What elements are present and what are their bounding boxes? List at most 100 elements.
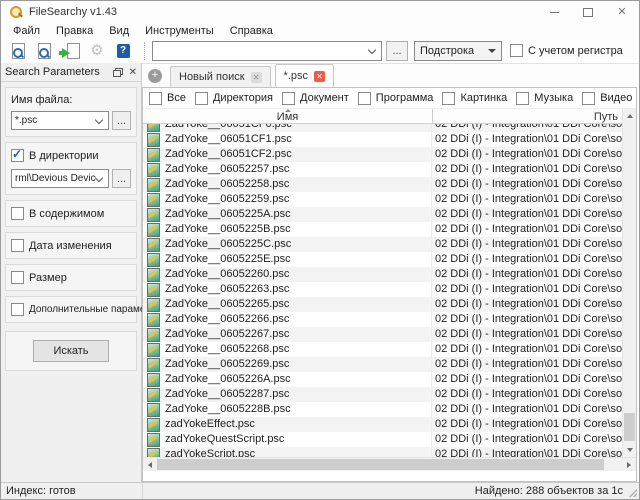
filename-browse-button[interactable]: ... [112, 111, 131, 130]
directory-checkbox[interactable] [11, 149, 24, 162]
settings-button[interactable]: ⚙ [84, 40, 110, 62]
search-browse-button[interactable]: ... [386, 41, 408, 61]
menu-item[interactable]: Файл [5, 25, 48, 37]
filter-checkbox[interactable] [442, 92, 455, 105]
filter-checkbox-row[interactable]: Программа [358, 92, 434, 105]
table-row[interactable]: ZadYoke__0605226A.psc02 DDi (I) - Integr… [143, 372, 622, 387]
directory-checkbox-row[interactable]: В директории [11, 149, 131, 162]
size-checkbox[interactable] [11, 271, 24, 284]
date-checkbox[interactable] [11, 239, 24, 252]
chevron-down-icon[interactable] [95, 173, 103, 181]
tab-close-icon[interactable]: ✕ [251, 72, 262, 83]
search-button-group: Искать [5, 331, 137, 371]
table-row[interactable]: ZadYoke__06051CF2.psc02 DDi (I) - Integr… [143, 147, 622, 162]
table-row[interactable]: zadYokeQuestScript.psc02 DDi (I) - Integ… [143, 432, 622, 447]
table-row[interactable]: ZadYoke__06052266.psc02 DDi (I) - Integr… [143, 312, 622, 327]
table-row[interactable]: ZadYoke__0605225E.psc02 DDi (I) - Integr… [143, 252, 622, 267]
minimize-button[interactable] [537, 1, 571, 23]
file-path: 02 DDi (I) - Integration\01 DDi Core\sou… [432, 387, 622, 402]
maximize-button[interactable] [571, 1, 605, 23]
vertical-scroll-thumb[interactable] [624, 413, 635, 441]
tab-new-search[interactable]: Новый поиск ✕ [170, 66, 271, 87]
chevron-down-icon[interactable] [95, 115, 103, 123]
date-checkbox-row[interactable]: Дата изменения [11, 239, 131, 252]
filter-checkbox[interactable] [516, 92, 529, 105]
scroll-up-button[interactable] [623, 109, 637, 123]
date-checkbox-label: Дата изменения [29, 240, 112, 252]
directory-browse-button[interactable]: ... [112, 169, 131, 188]
resize-grip[interactable] [629, 489, 637, 497]
directory-combobox[interactable]: rml\Devious Devices SE 4.3 [11, 169, 109, 188]
match-mode-dropdown[interactable]: Подстрока [414, 41, 502, 61]
menu-item[interactable]: Справка [222, 25, 281, 37]
table-row[interactable]: ZadYoke__0605228B.psc02 DDi (I) - Integr… [143, 402, 622, 417]
add-tab-button[interactable]: + [148, 69, 162, 83]
horizontal-scroll-thumb[interactable] [157, 459, 604, 470]
filter-checkbox-row[interactable]: Документ [282, 92, 349, 105]
tab-psc[interactable]: *.psc ✕ [275, 64, 334, 87]
extra-params-checkbox[interactable] [11, 303, 24, 316]
menu-item[interactable]: Правка [48, 25, 101, 37]
scroll-right-button[interactable] [622, 458, 636, 471]
column-header-path[interactable]: Путь [433, 109, 622, 123]
table-row[interactable]: ZadYoke__06051CF1.psc02 DDi (I) - Integr… [143, 132, 622, 147]
file-name: ZadYoke__06052266.psc [165, 312, 289, 327]
table-row[interactable]: ZadYoke__06052259.psc02 DDi (I) - Integr… [143, 192, 622, 207]
table-row[interactable]: zadYokeEffect.psc02 DDi (I) - Integratio… [143, 417, 622, 432]
tab-label: Новый поиск [179, 71, 245, 83]
file-path: 02 DDi (I) - Integration\01 DDi Core\sou… [432, 327, 622, 342]
help-button[interactable]: ? [110, 40, 136, 62]
vertical-scrollbar[interactable] [622, 109, 636, 457]
app-magnifier-icon [9, 5, 23, 19]
export-results-button[interactable] [58, 40, 84, 62]
filter-checkbox[interactable] [582, 92, 595, 105]
table-row[interactable]: ZadYoke__06052265.psc02 DDi (I) - Integr… [143, 297, 622, 312]
table-row[interactable]: ZadYoke__06052267.psc02 DDi (I) - Integr… [143, 327, 622, 342]
float-panel-icon[interactable] [113, 68, 123, 77]
table-row[interactable]: zadYokeScript.psc02 DDi (I) - Integratio… [143, 447, 622, 457]
case-sensitive-checkbox-row[interactable]: С учетом регистра [510, 44, 623, 57]
filter-checkbox-row[interactable]: Директория [195, 92, 273, 105]
table-row[interactable]: ZadYoke__0605225A.psc02 DDi (I) - Integr… [143, 207, 622, 222]
filter-checkbox[interactable] [358, 92, 371, 105]
content-checkbox[interactable] [11, 207, 24, 220]
table-row[interactable]: ZadYoke__06052263.psc02 DDi (I) - Integr… [143, 282, 622, 297]
content-search-input[interactable] [153, 44, 369, 58]
tab-close-icon[interactable]: ✕ [314, 71, 325, 82]
table-row[interactable]: ZadYoke__0605225C.psc02 DDi (I) - Integr… [143, 237, 622, 252]
content-checkbox-label: В содержимом [29, 208, 104, 220]
filter-checkbox-row[interactable]: Все [149, 92, 186, 105]
search-button[interactable]: Искать [33, 340, 109, 362]
table-row[interactable]: ZadYoke__06052269.psc02 DDi (I) - Integr… [143, 357, 622, 372]
menu-item[interactable]: Вид [101, 25, 137, 37]
filter-checkbox[interactable] [149, 92, 162, 105]
menu-item[interactable]: Инструменты [137, 25, 222, 37]
new-search-button[interactable] [6, 40, 32, 62]
panel-close-icon[interactable]: ✕ [129, 67, 137, 78]
close-button[interactable]: ✕ [605, 1, 639, 23]
table-row[interactable]: ZadYoke__06052258.psc02 DDi (I) - Integr… [143, 177, 622, 192]
size-checkbox-row[interactable]: Размер [11, 271, 131, 284]
horizontal-scrollbar[interactable] [143, 457, 636, 471]
column-header-name[interactable]: Имя [143, 109, 433, 123]
scroll-left-button[interactable] [143, 458, 157, 471]
content-search-combobox[interactable] [152, 41, 382, 61]
table-row[interactable]: ZadYoke__06052268.psc02 DDi (I) - Integr… [143, 342, 622, 357]
chevron-down-icon[interactable] [368, 45, 376, 53]
scroll-down-button[interactable] [623, 443, 637, 457]
filter-checkbox-row[interactable]: Картинка [442, 92, 507, 105]
table-row[interactable]: ZadYoke__06052260.psc02 DDi (I) - Integr… [143, 267, 622, 282]
filter-checkbox[interactable] [195, 92, 208, 105]
table-row[interactable]: ZadYoke__0605225B.psc02 DDi (I) - Integr… [143, 222, 622, 237]
table-row[interactable]: ZadYoke__06051CF0.psc02 DDi (I) - Integr… [143, 124, 622, 132]
filter-checkbox[interactable] [282, 92, 295, 105]
filename-combobox[interactable]: *.psc [11, 111, 109, 130]
table-row[interactable]: ZadYoke__06052287.psc02 DDi (I) - Integr… [143, 387, 622, 402]
content-checkbox-row[interactable]: В содержимом [11, 207, 131, 220]
filter-checkbox-row[interactable]: Музыка [516, 92, 573, 105]
search-in-results-button[interactable] [32, 40, 58, 62]
table-row[interactable]: ZadYoke__06052257.psc02 DDi (I) - Integr… [143, 162, 622, 177]
case-sensitive-checkbox[interactable] [510, 44, 523, 57]
filter-checkbox-row[interactable]: Видео [582, 92, 632, 105]
extra-params-checkbox-row[interactable]: Дополнительные параметры [11, 303, 131, 316]
